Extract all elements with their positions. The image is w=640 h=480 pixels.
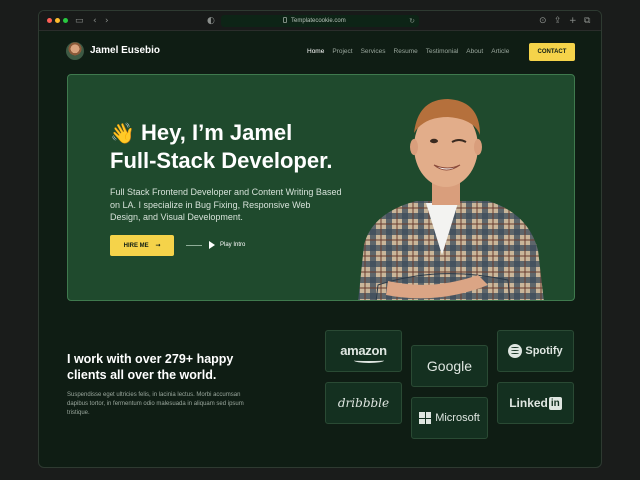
browser-window: ▭ ‹ › ◐ Templatecookie.com ↻ ⊙ ⇪ + ⧉ Jam… — [38, 10, 602, 468]
client-logo-microsoft: Microsoft — [411, 397, 488, 439]
clients-heading: I work with over 279+ happy clients all … — [67, 352, 234, 382]
nav-link-article[interactable]: Article — [491, 48, 509, 56]
client-logo-dribbble: dribbble — [325, 382, 402, 424]
amazon-logo-text: amazon — [340, 343, 387, 358]
client-logo-amazon: amazon — [325, 330, 402, 372]
play-icon[interactable] — [209, 241, 215, 249]
nav-link-project[interactable]: Project — [332, 48, 352, 56]
spotify-icon — [508, 344, 523, 358]
hire-me-label: HIRE ME — [123, 243, 149, 249]
main-nav: Home Project Services Resume Testimonial… — [307, 48, 509, 56]
address-bar[interactable]: Templatecookie.com ↻ — [221, 15, 419, 27]
amazon-smile-icon — [354, 358, 384, 363]
brand-name[interactable]: Jamel Eusebio — [90, 45, 160, 57]
hero-title-line1: Hey, I’m Jamel — [141, 120, 293, 145]
nav-link-home[interactable]: Home — [307, 48, 324, 56]
zoom-window-button[interactable] — [63, 18, 68, 23]
hero-section: 👋 Hey, I’m Jamel Full-Stack Developer. F… — [67, 74, 575, 301]
forward-icon[interactable]: › — [105, 15, 109, 27]
shield-icon[interactable]: ◐ — [207, 15, 215, 27]
close-window-button[interactable] — [47, 18, 52, 23]
nav-link-testimonial[interactable]: Testimonial — [426, 48, 459, 56]
download-icon[interactable]: ⊙ — [539, 15, 547, 27]
microsoft-logo-text: Microsoft — [435, 412, 480, 424]
minimize-window-button[interactable] — [55, 18, 60, 23]
hero-title: 👋 Hey, I’m Jamel Full-Stack Developer. — [110, 119, 333, 174]
microsoft-icon — [419, 412, 432, 424]
browser-toolbar: ▭ ‹ › ◐ Templatecookie.com ↻ ⊙ ⇪ + ⧉ — [39, 11, 601, 31]
arrow-right-icon: → — [155, 242, 161, 249]
nav-link-services[interactable]: Services — [361, 48, 386, 56]
google-logo-text: Google — [426, 358, 473, 374]
reload-icon[interactable]: ↻ — [409, 15, 415, 27]
url-text: Templatecookie.com — [291, 18, 346, 24]
client-logo-linkedin: Linked in — [497, 382, 574, 424]
sidebar-icon[interactable]: ▭ — [75, 15, 84, 27]
client-logo-google: Google — [411, 345, 488, 387]
spotify-logo-text: Spotify — [525, 345, 563, 357]
nav-link-about[interactable]: About — [466, 48, 483, 56]
hire-me-button[interactable]: HIRE ME → — [110, 235, 174, 256]
share-icon[interactable]: ⇪ — [554, 15, 562, 27]
hero-title-line2: Full-Stack Developer. — [110, 148, 333, 173]
contact-button[interactable]: CONTACT — [529, 43, 575, 61]
hero-description: Full Stack Frontend Developer and Conten… — [110, 187, 342, 222]
linkedin-logo-text: Linked — [509, 396, 548, 410]
linkedin-in-icon: in — [548, 396, 562, 410]
clients-description: Suspendisse eget ultricies felis, in lac… — [67, 392, 244, 416]
avatar[interactable] — [66, 42, 84, 60]
back-icon[interactable]: ‹ — [93, 15, 97, 27]
new-tab-icon[interactable]: + — [569, 15, 577, 27]
dribbble-logo-text: dribbble — [337, 396, 390, 410]
lock-icon — [283, 17, 287, 23]
tabs-icon[interactable]: ⧉ — [584, 15, 590, 27]
divider-line — [186, 245, 202, 246]
waving-hand-icon: 👋 — [110, 121, 135, 145]
hero-portrait — [358, 99, 544, 300]
play-intro-link[interactable]: Play Intro — [220, 241, 245, 249]
client-logo-spotify: Spotify — [497, 330, 574, 372]
nav-link-resume[interactable]: Resume — [394, 48, 418, 56]
